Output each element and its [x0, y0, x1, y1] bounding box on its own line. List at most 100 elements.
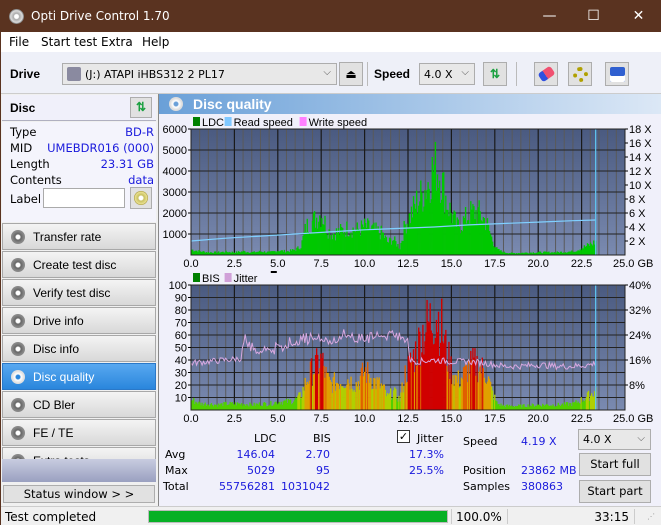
x-tick-label: 22.5	[571, 258, 592, 270]
samples-label: Samples	[463, 480, 510, 493]
x-tick-label: 7.5	[314, 258, 329, 270]
sidebar: Disc ⇅ Type BD-R MID UMEBDR016 (000) Lengt…	[1, 94, 158, 506]
maximize-button[interactable]: ☐	[571, 1, 616, 32]
sidebar-filler	[2, 459, 156, 482]
sidebar-item-label: Transfer rate	[33, 230, 102, 244]
avg-bis: 2.70	[305, 448, 331, 461]
sidebar-item-label: Drive info	[33, 314, 84, 328]
field-value: BD-R	[125, 125, 154, 139]
sidebar-item-disc-info[interactable]: Disc info	[2, 335, 156, 362]
disc-quality-icon	[11, 370, 25, 384]
legend-label: Write speed	[309, 117, 368, 129]
start-full-button[interactable]: Start full	[579, 453, 651, 476]
disc-field-mid: MID UMEBDR016 (000)	[10, 141, 154, 157]
minimize-button[interactable]: —	[527, 1, 572, 32]
y-tick-label: 30	[175, 368, 187, 380]
sidebar-item-label: FE / TE	[33, 426, 74, 440]
speed-select-value: 4.0 X	[424, 68, 453, 81]
y2-tick-label: 16%	[629, 355, 651, 367]
y2-tick-label: 12 X	[629, 166, 652, 178]
close-button[interactable]: ✕	[616, 1, 661, 32]
legend-swatch	[224, 273, 232, 282]
field-value: 23.31 GB	[100, 157, 154, 171]
field-key: Contents	[10, 173, 62, 187]
sidebar-item-fe-te[interactable]: FE / TE	[2, 419, 156, 446]
charts-area: 1000 2000 3000 4000 5000 6000 2 X 4 X 6 X 8 X 10 X…	[163, 117, 653, 425]
position-value: 23862 MB	[521, 464, 577, 477]
start-part-button[interactable]: Start part	[579, 480, 651, 503]
sidebar-item-drive-info[interactable]: Drive info	[2, 307, 156, 334]
y-tick-label: 20	[175, 380, 187, 392]
y2-tick-label: 4 X	[629, 222, 646, 234]
disc-icon	[134, 191, 148, 205]
x-tick-label: 15.0	[441, 413, 462, 425]
x-tick-label: 12.5	[397, 413, 418, 425]
speed-select[interactable]: 4.0 X ⌵	[419, 63, 475, 85]
sidebar-item-cd-bler[interactable]: CD Bler	[2, 391, 156, 418]
app-disc-icon	[9, 9, 24, 24]
field-key: Label	[10, 192, 42, 206]
sidebar-item-verify-test-disc[interactable]: Verify test disc	[2, 279, 156, 306]
x-tick-label: 10.0	[354, 413, 375, 425]
field-key: Length	[10, 157, 50, 171]
legend-marker	[270, 271, 277, 273]
erase-button[interactable]	[534, 62, 558, 86]
fe-te-icon	[11, 426, 25, 440]
floppy-icon	[610, 67, 625, 82]
jitter-checkbox[interactable]: ✓	[397, 430, 410, 443]
y-tick-label: 3000	[163, 187, 187, 199]
sidebar-item-label: Disc quality	[33, 370, 95, 384]
transfer-rate-icon	[11, 230, 25, 244]
eject-button[interactable]: ⏏	[339, 62, 363, 86]
disc-header: Disc ⇅	[2, 95, 156, 121]
y-tick-label: 40	[175, 355, 187, 367]
progress-bar	[148, 510, 448, 523]
x-tick-label: 17.5	[484, 258, 505, 270]
y2-tick-label: 8%	[629, 380, 645, 392]
field-value: data	[128, 173, 154, 187]
x-tick-label: 2.5	[227, 258, 242, 270]
y2-tick-label: 2 X	[629, 236, 646, 248]
save-button[interactable]	[605, 62, 629, 86]
test-speed-select[interactable]: 4.0 X ⌵	[578, 429, 651, 450]
field-key: MID	[10, 141, 33, 155]
sidebar-item-create-test-disc[interactable]: Create test disc	[2, 251, 156, 278]
x-tick-label: 17.5	[484, 413, 505, 425]
legend-label: LDC	[202, 117, 224, 129]
status-window-button[interactable]: Status window > >	[3, 485, 155, 503]
resize-grip-icon[interactable]: ⋰	[647, 512, 655, 521]
legend-label: Jitter	[234, 273, 258, 285]
label-disc-button[interactable]	[130, 187, 152, 209]
create-test-disc-icon	[11, 258, 25, 272]
panel-header: Disc quality	[159, 94, 661, 114]
samples-value: 380863	[521, 480, 563, 493]
row-avg-label: Avg	[165, 448, 186, 461]
label-input[interactable]	[43, 188, 125, 208]
app-window: Opti Drive Control 1.70 — ☐ ✕ File Start…	[0, 0, 661, 525]
sidebar-item-label: CD Bler	[33, 398, 76, 412]
sidebar-item-disc-quality[interactable]: Disc quality	[2, 363, 156, 390]
progress-text: 100.0%	[456, 510, 502, 524]
avg-ldc: 146.04	[236, 448, 276, 461]
menu-file[interactable]: File	[9, 35, 29, 49]
drive-select[interactable]: (J:) ATAPI iHBS312 2 PL17 ⌵	[62, 63, 337, 85]
sidebar-item-label: Create test disc	[33, 258, 117, 272]
menu-extra[interactable]: Extra	[101, 35, 133, 49]
y-tick-label: 60	[175, 330, 187, 342]
sidebar-item-label: Disc info	[33, 342, 80, 356]
drive-label: Drive	[10, 67, 41, 81]
menu-start-test[interactable]: Start test	[41, 35, 97, 49]
x-tick-label: 0.0	[183, 258, 198, 270]
refresh-button[interactable]: ⇅	[483, 62, 507, 86]
y-tick-label: 80	[175, 305, 187, 317]
elapsed-time: 33:15	[594, 510, 629, 524]
window-title: Opti Drive Control 1.70	[31, 9, 170, 23]
disc-refresh-button[interactable]: ⇅	[130, 97, 152, 118]
toolbar-divider	[367, 62, 368, 86]
test-speed-value: 4.0 X	[583, 433, 612, 446]
total-ldc: 55756281	[219, 480, 275, 493]
jitter-label: Jitter	[417, 432, 444, 445]
menu-help[interactable]: Help	[142, 35, 169, 49]
sidebar-item-transfer-rate[interactable]: Transfer rate	[2, 223, 156, 250]
settings-button[interactable]	[568, 62, 592, 86]
